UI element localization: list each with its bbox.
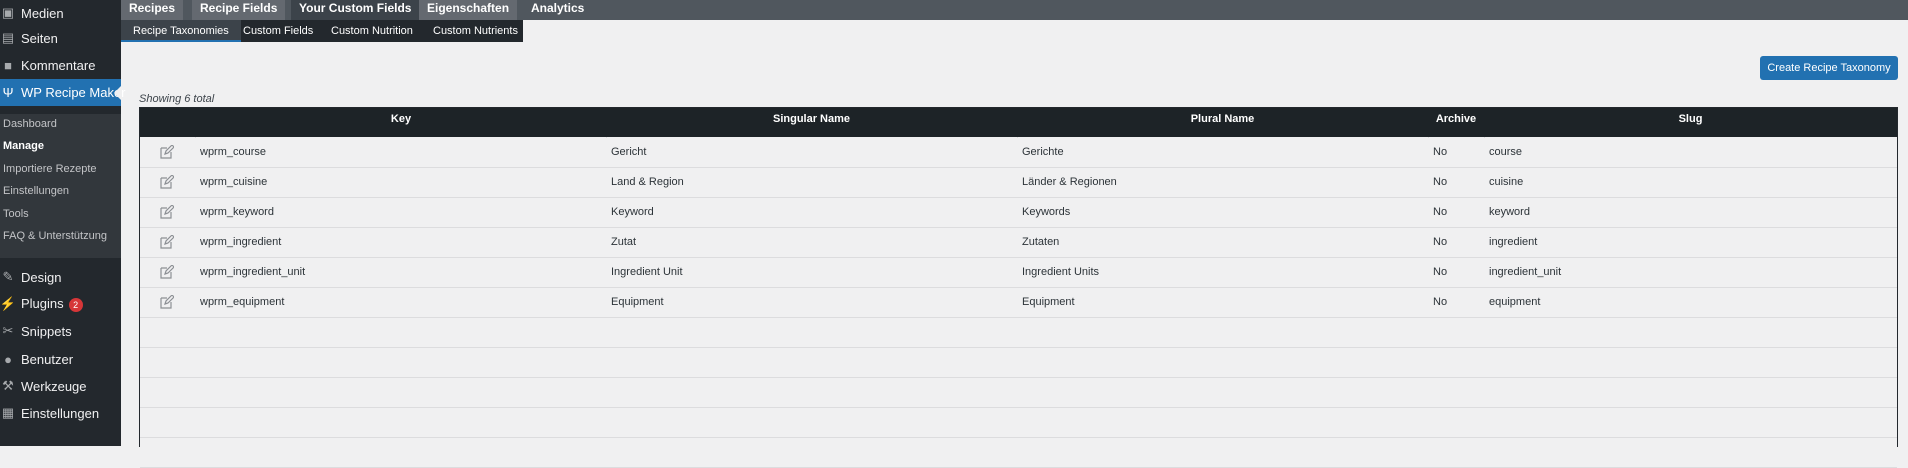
submenu-settings[interactable]: Einstellungen: [3, 185, 69, 197]
column-header-key[interactable]: Key: [196, 108, 606, 130]
submenu-dashboard[interactable]: Dashboard: [3, 118, 57, 130]
submenu-import-recipes[interactable]: Importiere Rezepte: [3, 163, 97, 175]
edit-icon[interactable]: [160, 174, 175, 189]
cell-key: wprm_cuisine: [200, 176, 268, 188]
cell-archive: No: [1433, 176, 1448, 188]
submenu-manage[interactable]: Manage: [3, 140, 44, 152]
cell-key: wprm_keyword: [200, 206, 274, 218]
submenu-faq-support[interactable]: FAQ & Unterstützung: [3, 230, 107, 242]
subtab-custom-fields[interactable]: Custom Fields: [231, 20, 325, 42]
table-row: wprm_cuisine Land & Region Länder & Region…: [140, 168, 1897, 198]
sidebar-item-pages[interactable]: ▤ Seiten: [0, 25, 121, 51]
edit-icon[interactable]: [160, 294, 175, 309]
cell-slug: equipment: [1489, 296, 1541, 308]
table-row: wprm_ingredient_unit Ingredient Unit Ingre…: [140, 258, 1897, 288]
result-count: Showing 6 total: [139, 93, 215, 105]
cell-plural-name: Equipment: [1022, 296, 1075, 308]
pages-icon: ▤: [1, 30, 15, 45]
scissors-icon: ✂: [2, 323, 14, 338]
cell-archive: No: [1433, 236, 1448, 248]
user-icon: ●: [4, 351, 12, 367]
cell-slug: ingredient: [1489, 236, 1538, 248]
cell-archive: No: [1433, 266, 1448, 278]
cell-singular-name: Equipment: [611, 296, 664, 308]
edit-icon[interactable]: [160, 204, 175, 219]
edit-icon[interactable]: [160, 264, 175, 279]
wrench-icon: ⚒: [2, 378, 14, 393]
tab-analytics[interactable]: Analytics: [523, 0, 593, 20]
table-row: wprm_course Gericht Gerichte No course: [140, 138, 1897, 168]
cell-plural-name: Keywords: [1022, 206, 1071, 218]
cell-slug: cuisine: [1489, 176, 1524, 188]
table-row: wprm_ingredient Zutat Zutaten No ingredient: [140, 228, 1897, 258]
cell-archive: No: [1433, 146, 1448, 158]
cell-singular-name: Keyword: [611, 206, 654, 218]
cell-singular-name: Zutat: [611, 236, 637, 248]
settings-icon: ▦: [1, 405, 15, 420]
cell-key: wprm_course: [200, 146, 267, 158]
edit-icon[interactable]: [160, 144, 175, 159]
cell-key: wprm_ingredient_unit: [200, 266, 306, 278]
submenu-tools[interactable]: Tools: [3, 208, 29, 220]
sidebar-item-media[interactable]: ▣ Medien: [0, 0, 121, 26]
sidebar-item-comments[interactable]: ■ Kommentare: [0, 52, 121, 78]
sidebar-item-snippets[interactable]: ✂ Snippets: [0, 318, 121, 344]
sidebar-item-tools[interactable]: ⚒ Werkzeuge: [0, 373, 121, 399]
plugin-icon: ⚡: [0, 296, 17, 311]
table-row: [140, 348, 1897, 378]
cell-slug: keyword: [1489, 206, 1530, 218]
cell-plural-name: Ingredient Units: [1022, 266, 1100, 278]
current-menu-arrow: [114, 86, 121, 100]
cell-slug: ingredient_unit: [1489, 266, 1562, 278]
table-row: wprm_keyword Keyword Keywords No keyword: [140, 198, 1897, 228]
edit-icon[interactable]: [160, 234, 175, 249]
column-header-slug[interactable]: Slug: [1484, 108, 1897, 130]
paintbrush-icon: ✎: [2, 269, 14, 284]
wprm-submenu: Dashboard Manage Importiere Rezepte Eins…: [0, 114, 121, 258]
sidebar-item-plugins[interactable]: ⚡ Plugins 2: [0, 291, 121, 317]
sidebar-item-wp-recipe-maker[interactable]: Ψ WP Recipe Maker: [0, 79, 126, 106]
sidebar-item-settings[interactable]: ▦ Einstellungen: [0, 400, 121, 426]
plugin-update-badge: 2: [68, 297, 83, 312]
cell-archive: No: [1433, 296, 1448, 308]
table-header: Key Singular Name Plural Name Archive Sl…: [140, 108, 1897, 137]
subtab-recipe-taxonomies[interactable]: Recipe Taxonomies: [121, 20, 241, 42]
admin-sidebar: ▣ Medien ▤ Seiten ■ Kommentare Ψ WP Reci…: [0, 0, 126, 446]
cell-plural-name: Zutaten: [1022, 236, 1060, 248]
table-row: wprm_equipment Equipment Equipment No equipm…: [140, 288, 1897, 318]
table-row: [140, 318, 1897, 348]
column-header-plural-name[interactable]: Plural Name: [1017, 108, 1428, 130]
sub-tab-bar: Recipe Taxonomies Custom Fields Custom N…: [121, 20, 523, 42]
cell-singular-name: Gericht: [611, 146, 647, 158]
cell-key: wprm_equipment: [200, 296, 285, 308]
cell-singular-name: Ingredient Unit: [611, 266, 683, 278]
column-header-singular-name[interactable]: Singular Name: [606, 108, 1017, 130]
cell-singular-name: Land & Region: [611, 176, 684, 188]
tab-eigenschaften[interactable]: Eigenschaften: [419, 0, 518, 20]
table-row: [140, 438, 1897, 468]
column-header-archive[interactable]: Archive: [1428, 108, 1484, 130]
sidebar-item-users[interactable]: ● Benutzer: [0, 346, 121, 372]
tab-recipes[interactable]: Recipes: [121, 0, 184, 20]
taxonomy-table: Key Singular Name Plural Name Archive Sl…: [139, 107, 1898, 468]
media-icon: ▣: [1, 5, 15, 20]
fork-knife-icon: Ψ: [2, 85, 14, 100]
cell-plural-name: Gerichte: [1022, 146, 1064, 158]
table-row: [140, 408, 1897, 438]
comments-icon: ■: [4, 57, 12, 73]
sidebar-item-design[interactable]: ✎ Design: [0, 264, 121, 290]
cell-plural-name: Länder & Regionen: [1022, 176, 1117, 188]
top-tab-bar: Recipes Recipe Fields Your Custom Fields…: [121, 0, 1908, 20]
subtab-custom-nutrition[interactable]: Custom Nutrition: [319, 20, 425, 42]
subtab-custom-nutrients[interactable]: Custom Nutrients: [421, 20, 530, 42]
tab-recipe-fields[interactable]: Recipe Fields: [192, 0, 286, 20]
table-row: [140, 378, 1897, 408]
cell-archive: No: [1433, 206, 1448, 218]
cell-key: wprm_ingredient: [200, 236, 282, 248]
cell-slug: course: [1489, 146, 1523, 158]
tab-your-custom-fields[interactable]: Your Custom Fields: [291, 0, 420, 20]
create-recipe-taxonomy-button[interactable]: Create Recipe Taxonomy: [1760, 56, 1898, 80]
